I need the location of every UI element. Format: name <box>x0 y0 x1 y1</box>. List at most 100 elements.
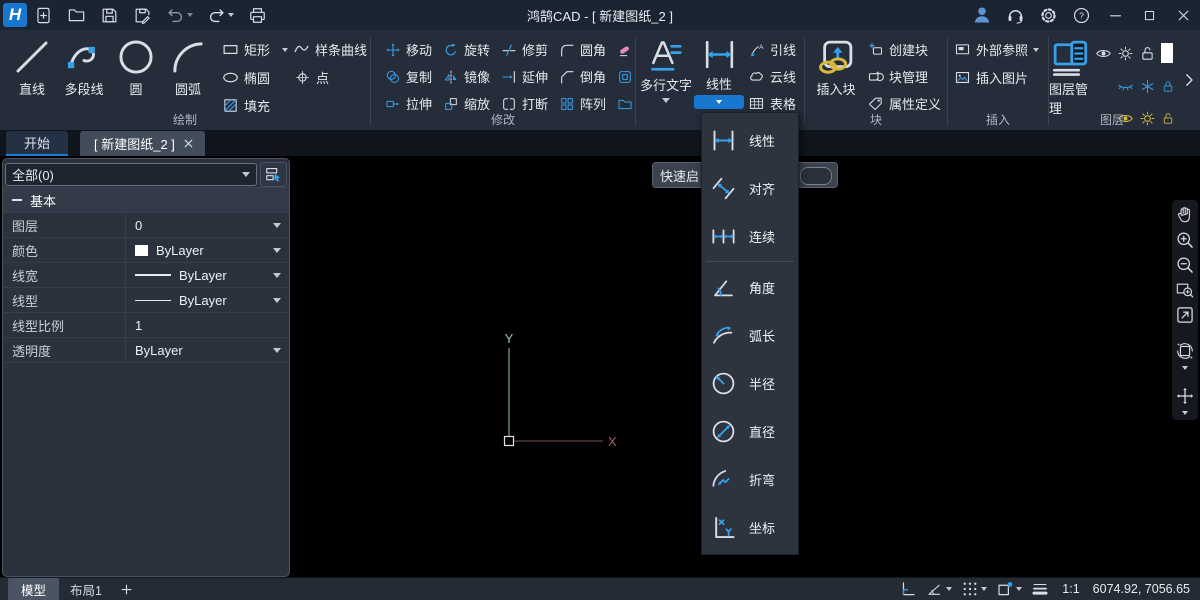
minimize-button[interactable] <box>1098 0 1132 30</box>
orbit-caret-icon[interactable] <box>1182 366 1188 370</box>
quick-launch-input[interactable] <box>800 167 832 185</box>
lineweight-toggle[interactable] <box>1031 580 1049 598</box>
close-icon <box>1175 7 1192 24</box>
redo-button[interactable] <box>200 1 241 29</box>
ribbon-group-block: 插入块 创建块 块管理 属性定义 块 <box>805 30 947 130</box>
title-bar-right: ? <box>965 0 1200 30</box>
layout1-tab[interactable]: 布局1 <box>59 578 113 600</box>
color-value-dropdown[interactable]: ByLayer <box>125 238 289 262</box>
annotation-scale[interactable]: 1:1 <box>1062 582 1079 596</box>
ellipse-button[interactable]: 椭圆 <box>222 68 270 87</box>
menu-item-dim-jogged[interactable]: 折弯 <box>702 455 798 503</box>
spline-button[interactable]: 样条曲线 <box>282 40 367 59</box>
tab-document[interactable]: [ 新建图纸_2 ] <box>80 131 205 156</box>
ortho-toggle[interactable] <box>899 580 917 598</box>
fillet-button[interactable]: 圆角 <box>559 40 606 59</box>
rotate-button[interactable]: 旋转 <box>443 40 490 59</box>
menu-item-dim-radius[interactable]: 半径 <box>702 359 798 407</box>
extend-icon <box>501 69 517 85</box>
zoom-in-button[interactable] <box>1175 230 1195 250</box>
help-icon: ? <box>1072 6 1091 25</box>
manage-block-button[interactable]: 块管理 <box>867 67 941 86</box>
layer-lock-icon[interactable] <box>1161 78 1175 95</box>
menu-item-dim-arc-length[interactable]: 弧长 <box>702 311 798 359</box>
chamfer-button[interactable]: 倒角 <box>559 67 606 86</box>
layer-freeze-icon[interactable] <box>1139 78 1156 95</box>
select-objects-button[interactable] <box>260 162 287 187</box>
layer-on-icon[interactable] <box>1095 45 1112 62</box>
transparency-value-dropdown[interactable]: ByLayer <box>125 338 289 362</box>
menu-item-dim-angular[interactable]: 角度 <box>702 263 798 311</box>
lineweight-value-dropdown[interactable]: ByLayer <box>125 263 289 287</box>
print-button[interactable] <box>241 1 274 29</box>
xref-button[interactable]: 外部参照 <box>954 40 1044 59</box>
mtext-button[interactable]: 多行文字 <box>640 30 692 130</box>
svg-text:A: A <box>759 44 764 51</box>
trim-button[interactable]: 修剪 <box>501 40 548 59</box>
maximize-button[interactable] <box>1132 0 1166 30</box>
zoom-extents-button[interactable] <box>1175 305 1195 325</box>
zoom-out-button[interactable] <box>1175 255 1195 275</box>
settings-button[interactable] <box>1032 1 1065 29</box>
insert-image-button[interactable]: 插入图片 <box>954 68 1044 87</box>
menu-item-dim-diameter[interactable]: 直径 <box>702 407 798 455</box>
model-tab[interactable]: 模型 <box>8 578 59 600</box>
menu-item-dim-aligned[interactable]: 对齐 <box>702 164 798 212</box>
linetype-scale-field[interactable]: 1 <box>125 313 289 337</box>
support-button[interactable] <box>999 1 1032 29</box>
xref-caret-icon <box>1033 48 1039 52</box>
close-button[interactable] <box>1166 0 1200 30</box>
leader-button[interactable]: A引线 <box>748 40 796 59</box>
linetype-value-dropdown[interactable]: ByLayer <box>125 288 289 312</box>
add-layout-button[interactable] <box>119 582 134 597</box>
layer-color-swatch[interactable] <box>1161 43 1173 63</box>
property-row-color: 颜色 ByLayer <box>3 237 289 262</box>
ribbon-expand-button[interactable] <box>1180 71 1198 89</box>
layer-manager-icon <box>1049 36 1091 78</box>
section-header-basic[interactable]: 基本 <box>3 187 289 212</box>
new-file-button[interactable] <box>27 1 60 29</box>
point-button[interactable]: 点 <box>282 68 367 87</box>
undo-button[interactable] <box>159 1 200 29</box>
polar-tracking-toggle[interactable] <box>926 580 952 598</box>
break-icon <box>501 96 517 112</box>
app-logo[interactable]: H <box>3 3 27 27</box>
selection-filter-dropdown[interactable]: 全部(0) <box>5 163 257 186</box>
grid-snap-toggle[interactable] <box>961 580 987 598</box>
extend-button[interactable]: 延伸 <box>501 67 548 86</box>
menu-item-dim-ordinate[interactable]: 坐标 <box>702 503 798 551</box>
save-as-button[interactable] <box>126 1 159 29</box>
print-icon <box>248 6 267 25</box>
menu-item-dim-continue[interactable]: 连续 <box>702 212 798 260</box>
open-file-button[interactable] <box>60 1 93 29</box>
pan-button[interactable] <box>1175 205 1195 225</box>
scale-icon <box>443 96 459 112</box>
layer-off-icon[interactable] <box>1117 78 1134 95</box>
pan-axes-caret-icon[interactable] <box>1182 411 1188 415</box>
help-button[interactable]: ? <box>1065 1 1098 29</box>
tab-start[interactable]: 开始 <box>6 131 68 156</box>
mirror-button[interactable]: 镜像 <box>443 67 490 86</box>
wipeout-button[interactable] <box>617 67 633 86</box>
dim-dropdown-button[interactable] <box>694 95 744 109</box>
tab-close-icon[interactable] <box>182 137 195 150</box>
save-icon <box>100 6 119 25</box>
rectangle-button[interactable]: 矩形 <box>222 40 270 59</box>
property-row-linetype: 线型 ByLayer <box>3 287 289 312</box>
copy-button[interactable]: 复制 <box>385 67 432 86</box>
zoom-window-button[interactable] <box>1175 280 1195 300</box>
create-block-button[interactable]: 创建块 <box>867 40 941 59</box>
orbit-button[interactable] <box>1175 341 1195 361</box>
move-button[interactable]: 移动 <box>385 40 432 59</box>
table-button[interactable]: 表格 <box>748 94 796 113</box>
erase-button[interactable] <box>617 40 633 59</box>
pan-axes-button[interactable] <box>1175 386 1195 406</box>
layer-value-dropdown[interactable]: 0 <box>125 213 289 237</box>
revision-cloud-button[interactable]: 云线 <box>748 67 796 86</box>
object-snap-toggle[interactable] <box>996 580 1022 598</box>
layer-thaw-icon[interactable] <box>1117 45 1134 62</box>
layer-unlock-icon[interactable] <box>1139 45 1156 62</box>
save-button[interactable] <box>93 1 126 29</box>
menu-item-dim-linear[interactable]: 线性 <box>702 116 798 164</box>
account-button[interactable] <box>965 1 999 29</box>
